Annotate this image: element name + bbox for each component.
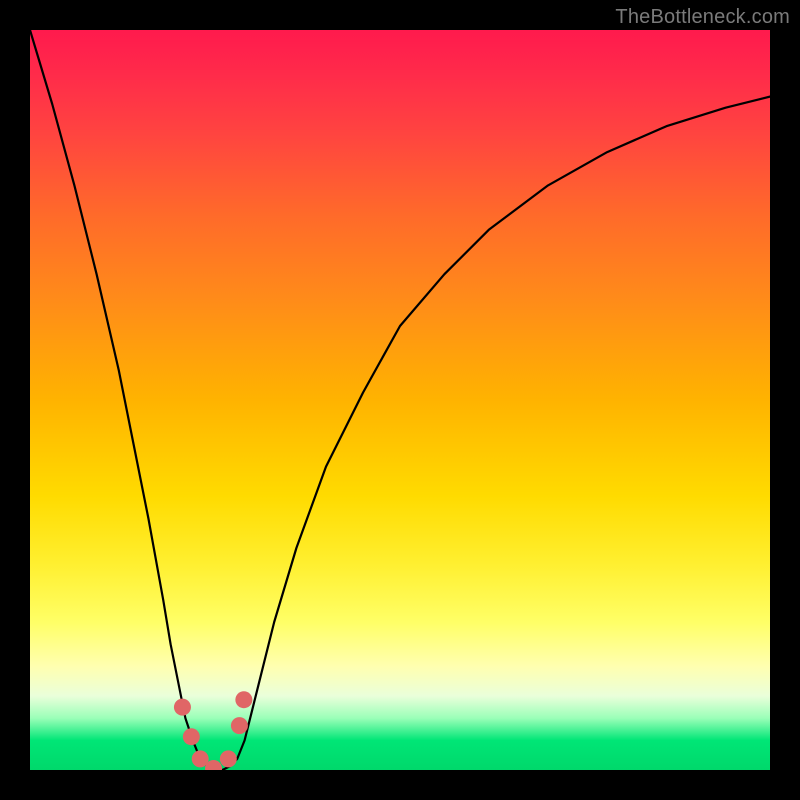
data-marker [220,750,237,767]
data-marker [235,691,252,708]
data-marker [183,728,200,745]
plot-area [30,30,770,770]
chart-frame: TheBottleneck.com [0,0,800,800]
data-marker [174,699,191,716]
watermark-text: TheBottleneck.com [615,6,790,29]
bottleneck-curve [30,30,770,770]
data-marker [231,717,248,734]
curve-layer [30,30,770,770]
